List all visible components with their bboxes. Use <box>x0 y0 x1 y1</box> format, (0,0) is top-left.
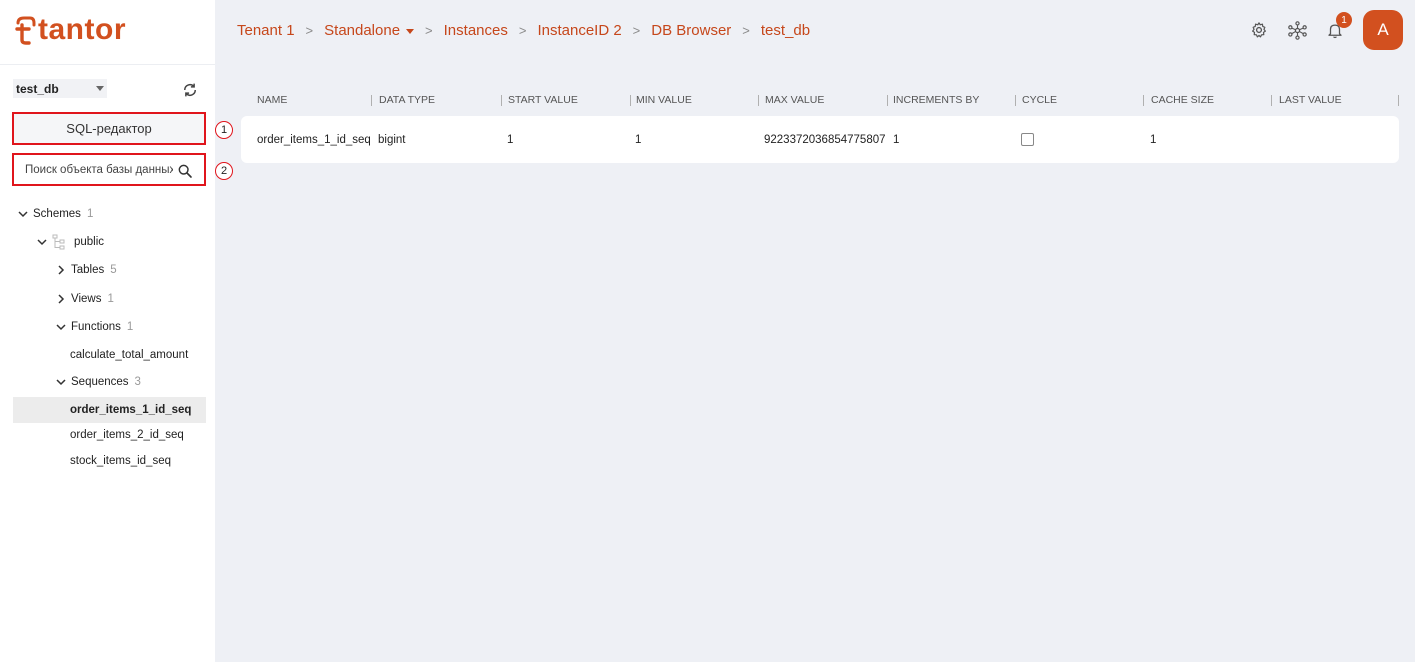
cell-data-type: bigint <box>378 133 406 146</box>
column-header-label: DATA TYPE <box>379 94 436 106</box>
notification-badge: 1 <box>1336 12 1352 28</box>
cell-name: order_items_1_id_seq <box>257 133 370 146</box>
cell-cycle <box>1021 116 1141 163</box>
tree-node-public[interactable]: public <box>36 231 104 253</box>
chevron-right-icon: > <box>425 23 433 38</box>
sql-editor-label: SQL-редактор <box>66 121 152 136</box>
column-header-name[interactable]: NAME <box>241 88 372 112</box>
column-header-label: START VALUE <box>508 94 578 106</box>
sql-editor-button[interactable]: SQL-редактор <box>12 112 206 145</box>
cell-start-value: 1 <box>507 133 514 146</box>
database-select-value: test_db <box>16 81 59 96</box>
tantor-logo[interactable]: tantor <box>14 12 126 48</box>
column-header-data-type[interactable]: DATA TYPE <box>372 88 502 112</box>
breadcrumb-db-browser[interactable]: DB Browser <box>651 22 731 39</box>
sidebar-divider <box>0 64 215 65</box>
tree-node-label: Functions <box>71 321 121 333</box>
callout-badge-1: 1 <box>215 121 233 139</box>
chevron-down-icon <box>56 379 66 386</box>
tree-node-count: 5 <box>110 264 117 276</box>
tree-node-label: public <box>74 236 105 248</box>
schema-icon <box>52 234 65 250</box>
tree-item-sequence[interactable]: order_items_2_id_seq <box>70 424 184 446</box>
tree-item-sequence[interactable]: stock_items_id_seq <box>70 450 171 472</box>
column-header-label: MAX VALUE <box>765 94 825 106</box>
cell-increments-by: 1 <box>893 133 900 146</box>
column-resize-handle[interactable] <box>1398 95 1399 106</box>
breadcrumb-current-db[interactable]: test_db <box>761 22 810 39</box>
sidebar: tantor test_db SQL-редактор Schemes 1 <box>0 0 215 662</box>
object-search-box <box>12 153 206 186</box>
cycle-checkbox[interactable] <box>1021 133 1034 146</box>
logo-mark-icon <box>15 16 36 45</box>
tree-item-label: order_items_1_id_seq <box>70 404 192 416</box>
chevron-right-icon: > <box>305 23 314 38</box>
chevron-right-icon: > <box>742 23 750 38</box>
column-header-start-value[interactable]: START VALUE <box>502 88 631 112</box>
search-icon[interactable] <box>177 163 193 179</box>
breadcrumb-tenant[interactable]: Tenant 1 <box>237 22 295 39</box>
chevron-down-icon <box>18 211 28 218</box>
logo-text: tantor <box>38 13 126 46</box>
column-header-cycle[interactable]: CYCLE <box>1016 88 1144 112</box>
tree-node-count: 1 <box>126 321 134 333</box>
table-row[interactable]: order_items_1_id_seq bigint 1 1 92233720… <box>241 116 1399 163</box>
user-avatar[interactable]: A <box>1363 10 1403 50</box>
breadcrumb-standalone-dropdown[interactable]: Standalone <box>324 22 415 39</box>
tree-node-views[interactable]: Views 1 <box>55 288 114 310</box>
column-header-label: CACHE SIZE <box>1151 94 1215 106</box>
breadcrumb-instances[interactable]: Instances <box>444 22 508 39</box>
tree-node-label: Tables <box>71 264 105 276</box>
tree-node-label: Sequences <box>71 376 129 388</box>
tree-item-function[interactable]: calculate_total_amount <box>70 344 188 366</box>
column-header-label: LAST VALUE <box>1279 94 1342 106</box>
tree-item-label: stock_items_id_seq <box>70 455 171 467</box>
cell-max-value: 9223372036854775807 <box>764 133 885 146</box>
tree-node-label: Views <box>71 293 102 305</box>
cell-last-value <box>1279 116 1397 163</box>
caret-down-icon <box>406 28 415 34</box>
callout-badge-2: 2 <box>215 162 233 180</box>
column-header-label: MIN VALUE <box>636 94 692 106</box>
network-icon[interactable] <box>1288 21 1307 40</box>
chevron-down-icon <box>96 86 104 91</box>
chevron-right-icon <box>58 265 65 275</box>
chevron-right-icon <box>58 294 65 304</box>
tree-item-label: calculate_total_amount <box>70 349 189 361</box>
chevron-right-icon: > <box>632 23 641 38</box>
chevron-right-icon: > <box>518 23 527 38</box>
breadcrumb-standalone-label: Standalone <box>324 22 401 39</box>
column-header-label: INCREMENTS BY <box>893 94 980 106</box>
tree-node-tables[interactable]: Tables 5 <box>55 259 117 281</box>
column-header-increments-by[interactable]: INCREMENTS BY <box>888 88 1016 112</box>
column-header-max-value[interactable]: MAX VALUE <box>759 88 888 112</box>
column-header-label: CYCLE <box>1022 94 1058 106</box>
refresh-icon[interactable] <box>181 81 199 99</box>
chevron-down-icon <box>56 324 66 331</box>
column-header-min-value[interactable]: MIN VALUE <box>631 88 759 112</box>
column-header-cache-size[interactable]: CACHE SIZE <box>1144 88 1272 112</box>
tree-item-label: order_items_2_id_seq <box>70 429 184 441</box>
breadcrumb: Tenant 1 > Standalone > Instances > Inst… <box>237 22 810 39</box>
tree-node-schemes[interactable]: Schemes 1 <box>17 203 93 225</box>
chevron-down-icon <box>37 239 47 246</box>
gear-icon[interactable] <box>1250 21 1268 39</box>
tree-node-count: 1 <box>107 293 114 305</box>
column-header-label: NAME <box>257 94 288 106</box>
tree-node-count: 3 <box>134 376 141 388</box>
tree-node-label: Schemes <box>33 208 81 220</box>
object-search-input[interactable] <box>25 163 173 176</box>
table-header: NAME DATA TYPE START VALUE MIN VALUE MAX… <box>241 88 1399 112</box>
database-select[interactable]: test_db <box>13 79 107 98</box>
cell-min-value: 1 <box>635 133 642 146</box>
tree-node-functions[interactable]: Functions 1 <box>55 316 133 338</box>
tree-item-sequence-selected[interactable]: order_items_1_id_seq <box>13 397 206 423</box>
column-header-last-value[interactable]: LAST VALUE <box>1272 88 1399 112</box>
tree-node-count: 1 <box>86 208 94 220</box>
tree-node-sequences[interactable]: Sequences 3 <box>55 371 141 393</box>
breadcrumb-instance-id[interactable]: InstanceID 2 <box>537 22 621 39</box>
cell-cache-size: 1 <box>1150 133 1157 146</box>
